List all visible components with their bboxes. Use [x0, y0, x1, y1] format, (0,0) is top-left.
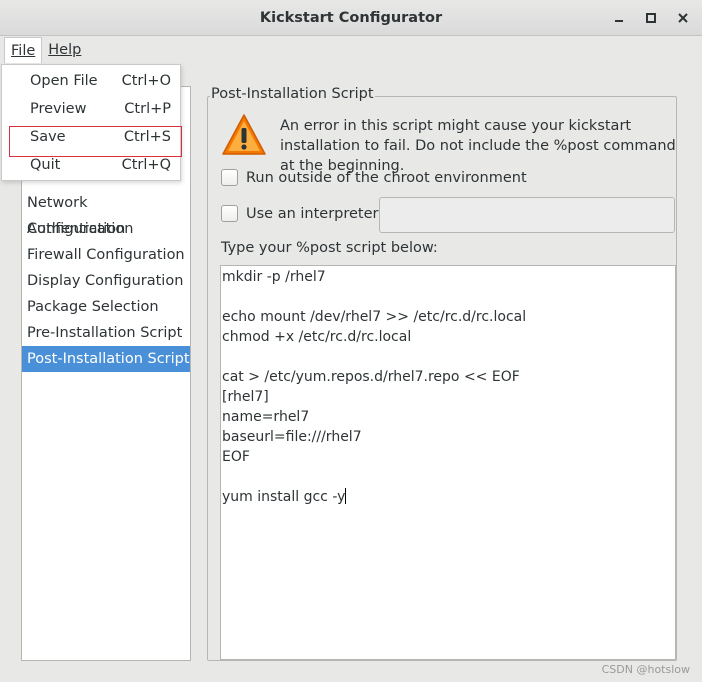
- watermark: CSDN @hotslow: [601, 663, 690, 676]
- post-script-editor[interactable]: mkdir -p /rhel7 echo mount /dev/rhel7 >>…: [220, 265, 676, 660]
- chroot-checkbox[interactable]: [221, 169, 238, 186]
- warning-triangle-icon: [222, 114, 266, 155]
- group-title: Post-Installation Script: [210, 86, 375, 102]
- close-icon[interactable]: [672, 8, 694, 28]
- sidebar-item-pre-script[interactable]: Pre-Installation Script: [22, 320, 190, 346]
- script-label: Type your %post script below:: [221, 240, 438, 256]
- preview-accel: Ctrl+P: [124, 101, 171, 117]
- menu-file[interactable]: File: [4, 37, 43, 63]
- script-text: mkdir -p /rhel7 echo mount /dev/rhel7 >>…: [222, 269, 527, 505]
- interpreter-checkbox[interactable]: [221, 205, 238, 222]
- menu-bar: File Help: [0, 36, 702, 64]
- warning-text: An error in this script might cause your…: [280, 118, 676, 174]
- menu-help-label: Help: [48, 42, 82, 58]
- sidebar-item-authentication[interactable]: Authentication: [22, 216, 190, 242]
- sidebar-item-display[interactable]: Display Configuration: [22, 268, 190, 294]
- menu-item-preview[interactable]: Preview Ctrl+P: [2, 95, 180, 123]
- menu-item-open-file[interactable]: Open File Ctrl+O: [2, 67, 180, 95]
- sidebar-item-post-script[interactable]: Post-Installation Script: [22, 346, 190, 372]
- sidebar-item-firewall[interactable]: Firewall Configuration: [22, 242, 190, 268]
- open-file-accel: Ctrl+O: [121, 73, 171, 89]
- window-title: Kickstart Configurator: [259, 9, 443, 26]
- text-caret: [345, 488, 347, 504]
- sidebar-item-packages[interactable]: Package Selection: [22, 294, 190, 320]
- menu-help[interactable]: Help: [42, 37, 87, 63]
- chroot-checkbox-row[interactable]: Run outside of the chroot environment: [221, 169, 527, 186]
- maximize-icon[interactable]: [640, 8, 662, 28]
- menu-file-label: File: [11, 43, 36, 59]
- preview-label: Preview: [30, 101, 87, 117]
- interpreter-checkbox-row[interactable]: Use an interpreter:: [221, 205, 383, 222]
- window-controls: [608, 8, 694, 28]
- interpreter-label: Use an interpreter:: [246, 205, 384, 222]
- sidebar-item-network[interactable]: Network Configuration: [22, 190, 190, 237]
- minimize-icon[interactable]: [608, 8, 630, 28]
- chroot-label: Run outside of the chroot environment: [246, 169, 527, 186]
- interpreter-input[interactable]: [379, 197, 675, 233]
- open-file-label: Open File: [30, 73, 98, 89]
- save-highlight-box: [9, 126, 182, 157]
- title-bar: Kickstart Configurator: [0, 0, 702, 36]
- file-menu-dropdown: Open File Ctrl+O Preview Ctrl+P Save Ctr…: [1, 64, 181, 181]
